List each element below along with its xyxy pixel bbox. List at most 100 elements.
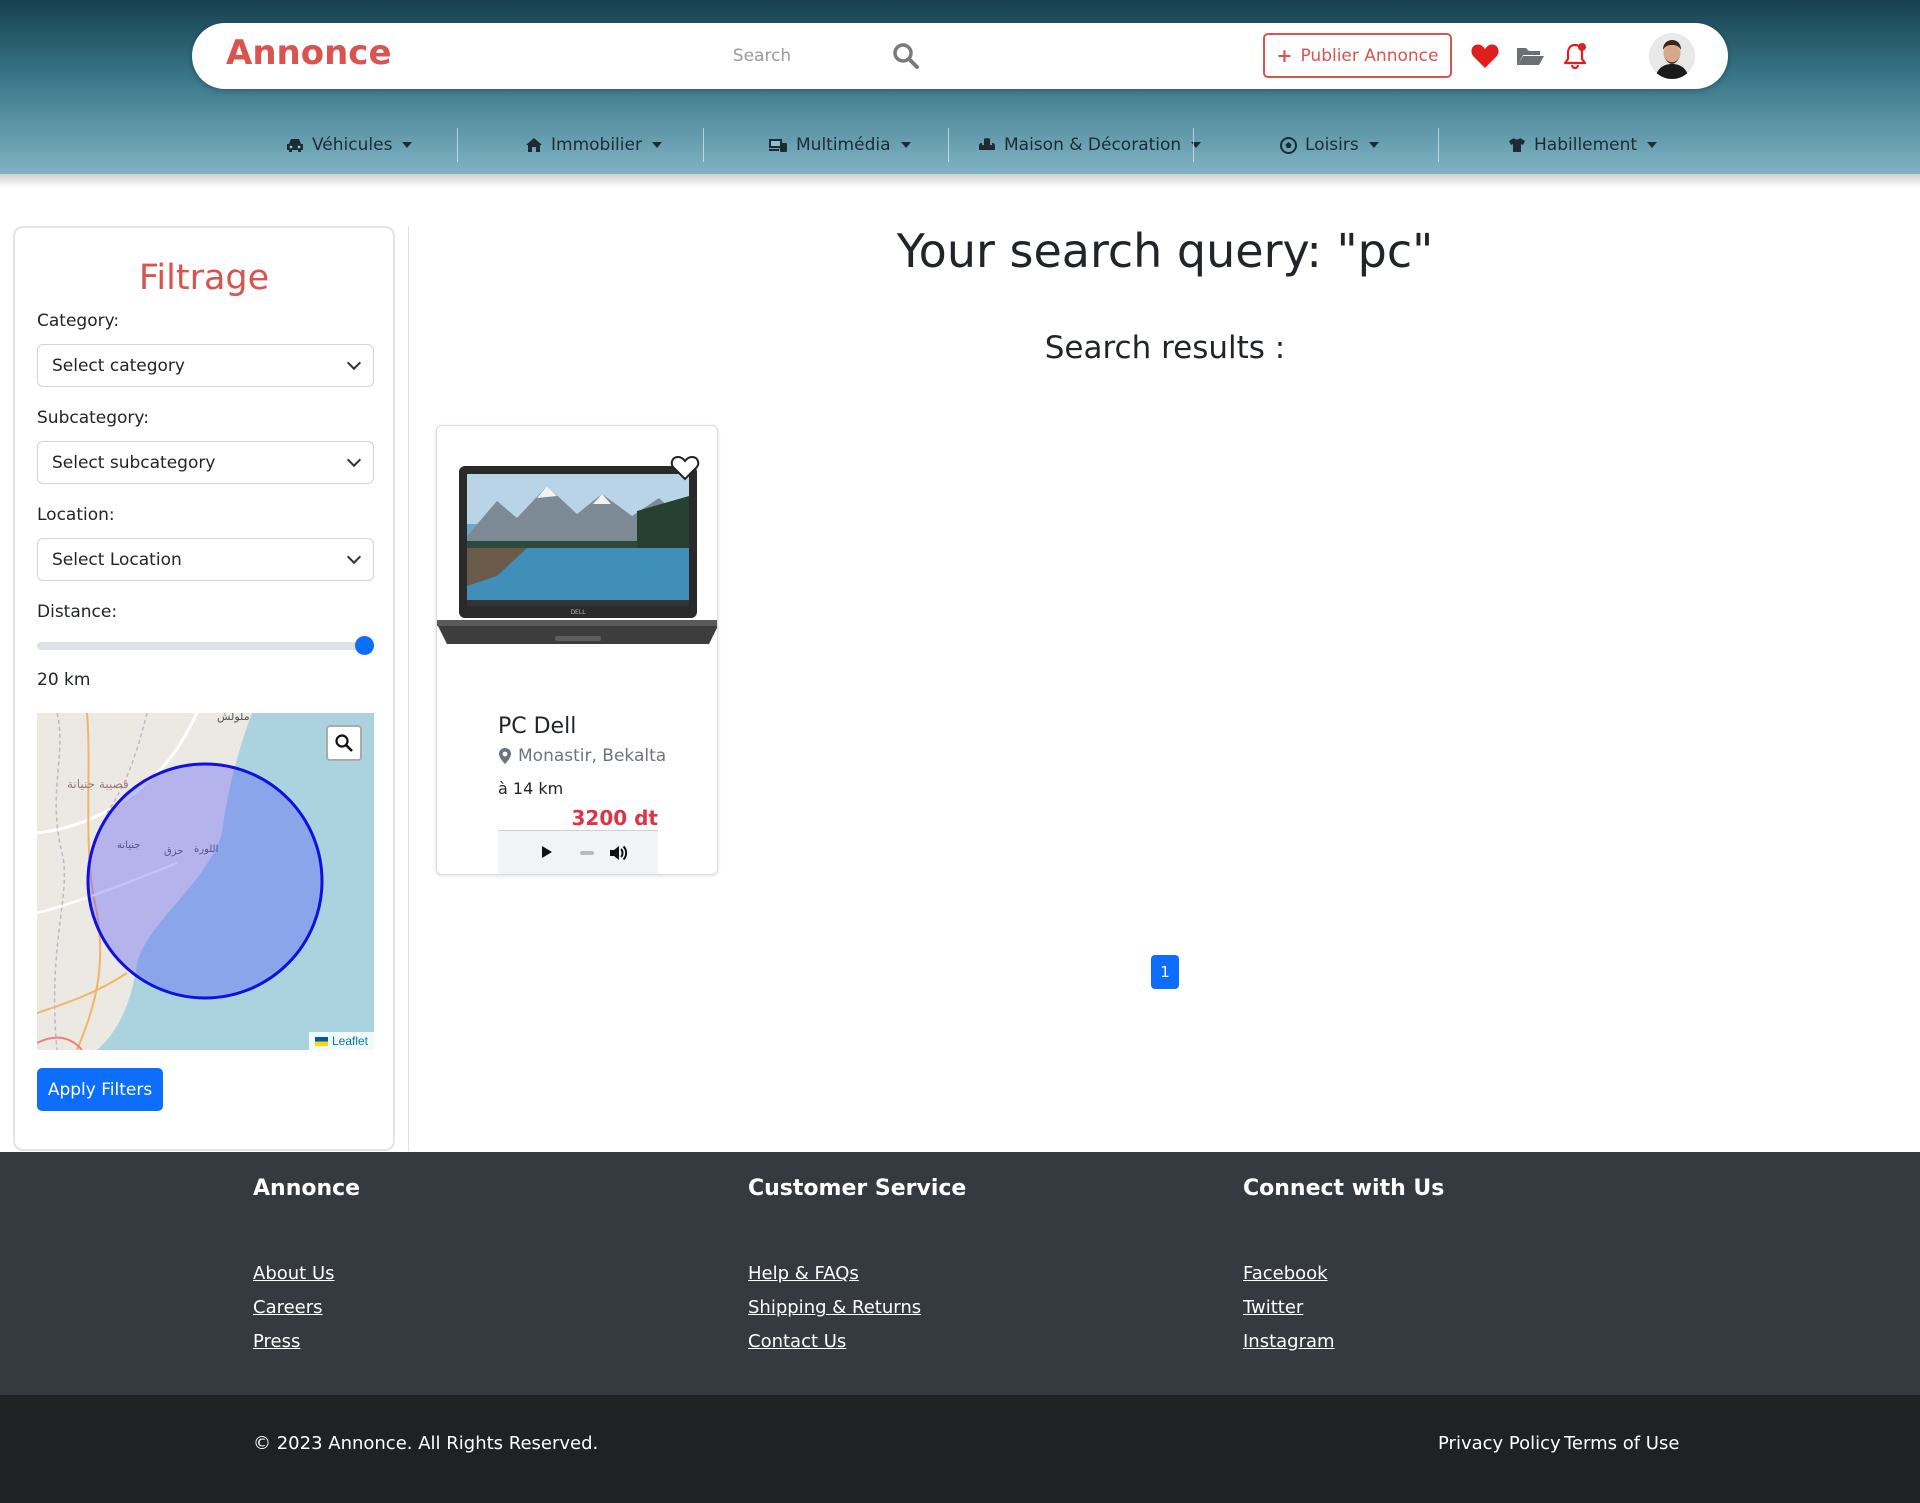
filter-title: Filtrage [138, 258, 270, 298]
caret-down-icon [402, 142, 413, 148]
search-results-heading: Search results : [1044, 330, 1286, 366]
footer-link-about[interactable]: About Us [253, 1263, 653, 1284]
nav-divider [1438, 128, 1439, 162]
pagination-page-1[interactable]: 1 [1151, 955, 1179, 989]
chevron-down-icon [346, 549, 362, 564]
heart-icon[interactable] [1470, 41, 1500, 71]
category-nav: Véhicules Immobilier Multimédia Maison &… [0, 120, 1920, 170]
user-avatar[interactable] [1649, 33, 1695, 79]
car-icon [287, 139, 303, 152]
site-footer: Annonce About Us Careers Press Customer … [0, 1152, 1920, 1395]
location-label: Location: [37, 505, 115, 525]
volume-icon[interactable] [608, 843, 628, 863]
footer-column-connect: Connect with Us Facebook Twitter Instagr… [1243, 1176, 1643, 1365]
footer-link-press[interactable]: Press [253, 1331, 653, 1352]
map-tiles: ملولش قصيبة جنيانة جنيانة حزق اللورة [37, 713, 374, 1050]
laptop-image: DELL [437, 466, 717, 644]
nav-divider [703, 128, 704, 162]
category-vehicules[interactable]: Véhicules [286, 128, 413, 162]
footer-column-annonce: Annonce About Us Careers Press [253, 1176, 653, 1365]
category-habillement[interactable]: Habillement [1508, 128, 1658, 162]
terms-of-use-link[interactable]: Terms of Use [1564, 1433, 1679, 1454]
footer-heading: Customer Service [748, 1176, 967, 1201]
category-label: Maison & Décoration [1004, 135, 1182, 155]
map-label: ملولش [217, 713, 250, 723]
privacy-policy-link[interactable]: Privacy Policy [1438, 1433, 1561, 1454]
footer-heading: Annonce [253, 1176, 361, 1201]
distance-label: Distance: [37, 602, 118, 622]
copyright-text: © 2023 Annonce. All Rights Reserved. [253, 1433, 599, 1454]
listing-card[interactable]: DELL PC Dell Monastir, Bekalta à 14 km 3… [436, 425, 718, 875]
footer-heading: Connect with Us [1243, 1176, 1445, 1201]
map-pin-icon [499, 748, 511, 764]
distance-slider[interactable] [37, 642, 374, 650]
play-icon[interactable] [542, 846, 552, 858]
caret-down-icon [1647, 142, 1658, 148]
site-header: Annonce + Publier Annonce [0, 0, 1920, 174]
content-divider [408, 226, 409, 1151]
chevron-down-icon [346, 452, 362, 467]
category-maison-decoration[interactable]: Maison & Décoration [978, 128, 1202, 162]
footer-column-customer-service: Customer Service Help & FAQs Shipping & … [748, 1176, 1148, 1365]
listing-location: Monastir, Bekalta [498, 746, 666, 766]
category-label: Véhicules [312, 135, 393, 155]
footer-link-careers[interactable]: Careers [253, 1297, 653, 1318]
category-label: Multimédia [796, 135, 891, 155]
header-shadow [0, 174, 1920, 188]
subcategory-select-value: Select subcategory [52, 452, 216, 473]
footer-link-shipping[interactable]: Shipping & Returns [748, 1297, 1148, 1318]
category-select[interactable]: Select category [37, 344, 374, 387]
nav-divider [1193, 128, 1194, 162]
search-query-title: Your search query: "pc" [896, 224, 1434, 278]
listing-distance: à 14 km [498, 779, 564, 798]
listing-location-text: Monastir, Bekalta [518, 746, 667, 766]
magnifier-icon [335, 734, 353, 752]
map-attribution[interactable]: Leaflet [308, 1032, 374, 1050]
footer-link-twitter[interactable]: Twitter [1243, 1297, 1643, 1318]
footer-link-facebook[interactable]: Facebook [1243, 1263, 1643, 1284]
category-immobilier[interactable]: Immobilier [525, 128, 662, 162]
audio-player [498, 830, 658, 874]
shirt-icon [1509, 138, 1525, 152]
caret-down-icon [651, 142, 662, 148]
footer-link-help[interactable]: Help & FAQs [748, 1263, 1148, 1284]
footer-link-contact[interactable]: Contact Us [748, 1331, 1148, 1352]
location-map[interactable]: ملولش قصيبة جنيانة جنيانة حزق اللورة Lea… [37, 713, 374, 1050]
nav-divider [948, 128, 949, 162]
distance-radius-circle [86, 762, 324, 1000]
listing-price: 3200 dt [571, 806, 658, 830]
publish-ad-label: Publier Annonce [1300, 45, 1439, 66]
caret-down-icon [1368, 142, 1379, 148]
filter-sidebar: Filtrage Category: Select category Subca… [13, 226, 395, 1151]
devices-icon [769, 139, 787, 152]
location-select-value: Select Location [52, 549, 182, 570]
map-search-button[interactable] [326, 725, 362, 761]
subcategory-label: Subcategory: [37, 408, 149, 428]
caret-down-icon [900, 142, 911, 148]
publish-ad-button[interactable]: + Publier Annonce [1263, 33, 1452, 78]
subcategory-select[interactable]: Select subcategory [37, 441, 374, 484]
listing-title[interactable]: PC Dell [498, 714, 576, 739]
map-attribution-label: Leaflet [331, 1034, 368, 1048]
audio-progress[interactable] [580, 851, 594, 855]
favorite-heart-icon[interactable] [669, 454, 701, 482]
apply-filters-button[interactable]: Apply Filters [37, 1068, 163, 1111]
search-box [642, 33, 932, 79]
search-input[interactable] [642, 33, 882, 79]
category-select-value: Select category [52, 355, 185, 376]
top-bar: Annonce + Publier Annonce [192, 23, 1728, 89]
bell-icon[interactable] [1560, 41, 1590, 71]
location-select[interactable]: Select Location [37, 538, 374, 581]
category-loisirs[interactable]: Loisirs [1280, 128, 1379, 162]
distance-value: 20 km [37, 670, 91, 690]
nav-divider [457, 128, 458, 162]
category-multimedia[interactable]: Multimédia [768, 128, 911, 162]
category-label: Immobilier [551, 135, 642, 155]
search-icon[interactable] [892, 42, 920, 70]
folder-open-icon[interactable] [1515, 41, 1545, 71]
footer-link-instagram[interactable]: Instagram [1243, 1331, 1643, 1352]
distance-slider-thumb[interactable] [355, 636, 374, 655]
brand-logo[interactable]: Annonce [226, 33, 392, 73]
map-label: قصيبة جنيانة [67, 777, 129, 791]
footer-bottom-bar: © 2023 Annonce. All Rights Reserved. Pri… [0, 1395, 1920, 1503]
